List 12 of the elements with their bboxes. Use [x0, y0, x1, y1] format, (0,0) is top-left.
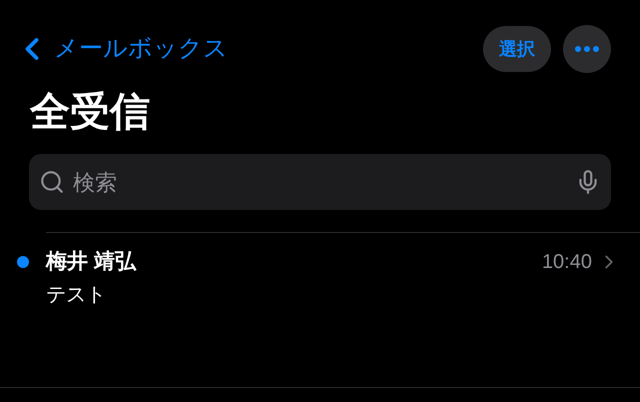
page-title: 全受信 — [30, 89, 151, 136]
search-icon — [39, 169, 65, 195]
search-bar[interactable]: 検索 — [29, 154, 611, 210]
more-button[interactable] — [563, 25, 611, 73]
select-button[interactable]: 選択 — [483, 26, 551, 72]
message-time: 10:40 — [542, 250, 592, 275]
more-icon — [575, 46, 599, 52]
message-subject: テスト — [46, 283, 106, 308]
message-row[interactable]: 梅井 靖弘 10:40 テスト — [0, 233, 640, 388]
back-button[interactable]: メールボックス — [14, 31, 228, 67]
sender-name: 梅井 靖弘 — [46, 249, 138, 275]
search-field[interactable]: 検索 — [73, 166, 567, 198]
